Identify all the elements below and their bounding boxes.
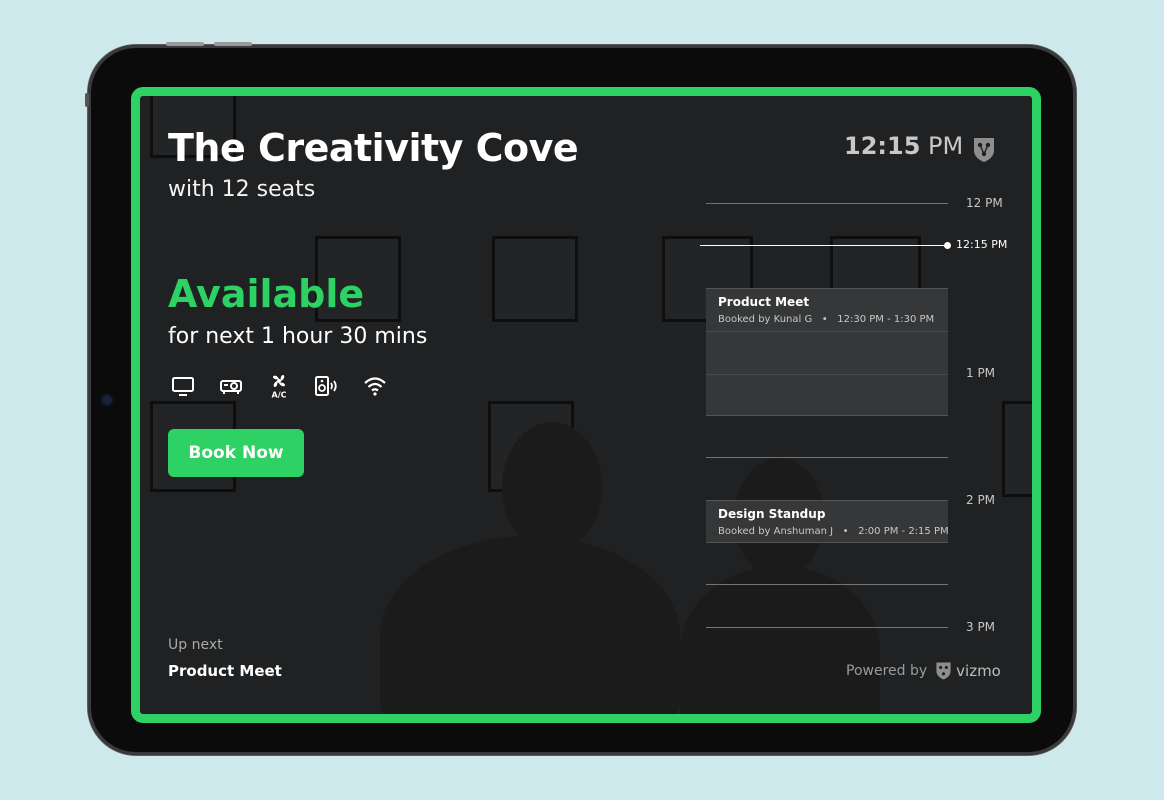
timeline-hour-label: 1 PM (966, 366, 996, 380)
event-details: Booked by Kunal G • 12:30 PM - 1:30 PM (718, 314, 936, 325)
event-title: Product Meet (718, 295, 810, 309)
timeline-hour-label: 3 PM (966, 620, 996, 634)
amenities-list: A/C (168, 371, 390, 401)
current-time-meridiem: PM (928, 132, 964, 160)
brand-name: vizmo (956, 662, 1001, 680)
event-title: Design Standup (718, 507, 826, 521)
timeline-gridline (706, 457, 948, 458)
room-name: The Creativity Cove (168, 126, 579, 170)
side-button (85, 93, 89, 107)
room-capacity: with 12 seats (168, 177, 316, 202)
availability-duration: for next 1 hour 30 mins (168, 324, 428, 349)
projector-icon (216, 371, 246, 401)
powered-by-label: Powered by (846, 663, 928, 679)
current-time: 12:15 PM (844, 132, 963, 160)
current-time-indicator (700, 245, 948, 246)
timeline-gridline (706, 203, 948, 204)
event-card-design-standup[interactable]: Design Standup Booked by Anshuman J • 2:… (706, 500, 949, 543)
event-time: 2:00 PM - 2:15 PM (858, 526, 949, 537)
event-separator: • (836, 526, 855, 537)
tv-icon (168, 371, 198, 401)
volume-button (214, 42, 252, 46)
room-display-screen: The Creativity Cove with 12 seats Availa… (131, 87, 1041, 723)
front-camera (102, 395, 112, 405)
book-now-button[interactable]: Book Now (168, 429, 304, 477)
svg-text:A/C: A/C (272, 391, 287, 400)
powered-by-footer: Powered by vizmo (846, 661, 1001, 681)
event-booked-by: Booked by Anshuman J (718, 526, 834, 537)
vizmo-logo-icon (936, 662, 951, 680)
timeline-gridline (706, 374, 948, 375)
event-booked-by: Booked by Kunal G (718, 314, 813, 325)
up-next-meeting: Product Meet (168, 662, 282, 680)
current-time-value: 12:15 (844, 132, 921, 160)
vizmo-logo-icon (974, 138, 994, 162)
current-time-indicator-label: 12:15 PM (956, 238, 1008, 251)
current-time-dot (944, 242, 951, 249)
event-time: 12:30 PM - 1:30 PM (837, 314, 935, 325)
event-card-product-meet[interactable]: Product Meet Booked by Kunal G • 12:30 P… (706, 288, 948, 416)
ac-icon: A/C (264, 371, 294, 401)
up-next-label: Up next (168, 637, 223, 653)
event-details: Booked by Anshuman J • 2:00 PM - 2:15 PM (718, 526, 949, 537)
speaker-icon (312, 371, 342, 401)
timeline-gridline (706, 627, 948, 628)
timeline-gridline (706, 331, 948, 332)
volume-button (166, 42, 204, 46)
event-separator: • (815, 314, 835, 325)
timeline-hour-label: 12 PM (966, 196, 1003, 210)
wifi-icon (360, 371, 390, 401)
tablet-device: The Creativity Cove with 12 seats Availa… (85, 42, 1076, 755)
schedule-timeline[interactable]: 12 PM 1 PM 2 PM 3 PM 12:15 PM Product Me… (700, 192, 1020, 652)
availability-status: Available (168, 272, 365, 316)
timeline-hour-label: 2 PM (966, 493, 996, 507)
timeline-gridline (706, 584, 948, 585)
